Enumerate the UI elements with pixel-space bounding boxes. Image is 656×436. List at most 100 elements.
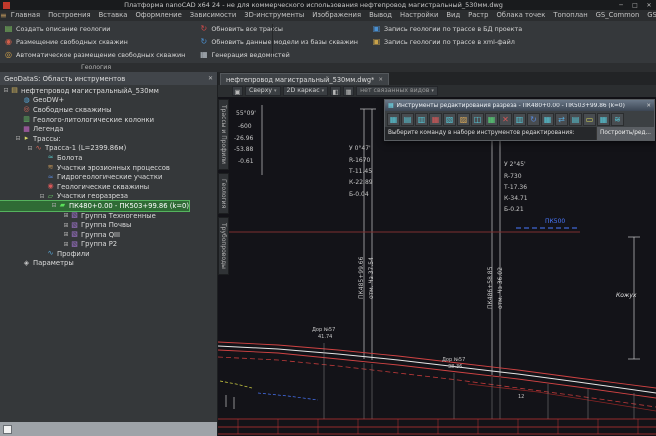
ribbon-button[interactable]: ◉ Размещение свободных скважин: [2, 35, 187, 48]
tree-item[interactable]: ⊞ ▧ Группа P2: [0, 240, 217, 250]
tree-expander-icon[interactable]: ⊞: [62, 231, 70, 238]
ribbon-tab[interactable]: Построения: [44, 10, 95, 21]
ribbon-group-label: Геология: [0, 63, 192, 72]
edit-tool-icon[interactable]: ▦: [387, 113, 400, 126]
edit-tool-icon[interactable]: ▧: [443, 113, 456, 126]
edit-tool-icon[interactable]: ✕: [499, 113, 512, 126]
tree-expander-icon[interactable]: ⊟: [38, 193, 46, 200]
ribbon-button[interactable]: ▣ Запись геологии по трассе в xml-файл: [370, 35, 524, 48]
maximize-button[interactable]: □: [628, 2, 642, 9]
ribbon-tab[interactable]: Изображения: [308, 10, 365, 21]
edit-tool-icon[interactable]: ≋: [611, 113, 624, 126]
ribbon-button[interactable]: ↻ Обновить данные модели из базы скважин: [197, 35, 360, 48]
edit-tool-icon[interactable]: ▦: [597, 113, 610, 126]
canvas-annotation: R-1670: [349, 158, 370, 164]
tree-expander-icon[interactable]: ⊟: [26, 145, 34, 152]
ribbon-tab[interactable]: Зависимости: [186, 10, 241, 21]
tree-item[interactable]: ≋ Участки эрозионных процессов: [0, 163, 217, 173]
ribbon-tab[interactable]: Оформление: [131, 10, 185, 21]
ribbon-tab[interactable]: Вставка: [95, 10, 132, 21]
tree-item[interactable]: ⊟ ∿ Трасса-1 (L=2399.86м): [0, 144, 217, 154]
ribbon-button-icon: ▦: [199, 50, 208, 59]
tree-item[interactable]: ⊞ ▧ Группа QIII: [0, 230, 217, 240]
document-tab[interactable]: нефтепровод магистральный_530мм.dwg* ✕: [220, 73, 389, 85]
tree-item[interactable]: ◈ Параметры: [0, 259, 217, 269]
edit-tool-icon[interactable]: ▥: [513, 113, 526, 126]
ribbon-tab[interactable]: Облака точек: [492, 10, 549, 21]
tree-item[interactable]: ▦ Легенда: [0, 124, 217, 134]
palette-header: GeoDataS: Область инструментов ✕: [0, 72, 217, 85]
linked-views-dropdown[interactable]: нет связанных видов ▾: [356, 86, 438, 96]
tree-item[interactable]: ⊟ ▱ Участки георазреза: [0, 192, 217, 202]
ribbon-tab[interactable]: Топоплан: [549, 10, 591, 21]
ribbon-button[interactable]: ▣ Запись геологии по трассе в БД проекта: [370, 22, 524, 35]
tree-expander-icon[interactable]: ⊟: [14, 135, 22, 142]
docked-tab[interactable]: Трубопроводы: [218, 217, 229, 275]
tool-window-action-button[interactable]: Построить/ред...: [596, 127, 654, 140]
ribbon-tab[interactable]: GS_Trace: [643, 10, 656, 21]
tree-item-label: нефтепровод магистральныйА_530мм: [19, 87, 159, 95]
tree-expander-icon[interactable]: ⊞: [62, 222, 70, 229]
ribbon-tab[interactable]: GS_Common: [592, 10, 644, 21]
canvas-annotation: 41.74: [318, 335, 332, 340]
tree-item[interactable]: ◉ Геологические скважины: [0, 182, 217, 192]
viewport-views-icon[interactable]: ▦: [343, 86, 354, 96]
ribbon-button[interactable]: ▦ Генерация ведомостей: [197, 48, 360, 61]
tree-expander-icon[interactable]: ⊞: [62, 212, 70, 219]
tool-window-prompt-row: Выберите команду в наборе инструментов р…: [385, 127, 654, 140]
edit-tool-icon[interactable]: ↻: [527, 113, 540, 126]
ribbon-button[interactable]: ◎ Автоматическое размещение свободных ск…: [2, 48, 187, 61]
tree-item[interactable]: ◎ Свободные скважины: [0, 105, 217, 115]
ribbon-tab[interactable]: Главная: [7, 10, 44, 21]
drawing-canvas[interactable]: Трассы и Профили Геология Трубопроводы 5…: [218, 97, 656, 436]
edit-tool-icon[interactable]: ▤: [569, 113, 582, 126]
visual-style-dropdown[interactable]: 2D каркас ▾: [283, 86, 329, 96]
ribbon-button[interactable]: ▤ Создать описание геологии: [2, 22, 187, 35]
tree-item[interactable]: ⊞ ▧ Группа Техногенные: [0, 211, 217, 221]
edit-tool-icon[interactable]: ▤: [401, 113, 414, 126]
docked-tab[interactable]: Геология: [218, 173, 229, 214]
app-logo-icon: [3, 2, 10, 9]
viewport-grid-icon[interactable]: ▣: [232, 86, 243, 96]
document-tab-close-icon[interactable]: ✕: [378, 77, 383, 83]
palette-close-icon[interactable]: ✕: [208, 75, 213, 82]
minimize-button[interactable]: ─: [614, 2, 628, 9]
viewport-section-icon[interactable]: ◧: [330, 86, 341, 96]
tree-expander-icon[interactable]: ⊞: [62, 241, 70, 248]
edit-tool-icon[interactable]: ▭: [583, 113, 596, 126]
ribbon-tab[interactable]: Растр: [464, 10, 492, 21]
edit-tool-icon[interactable]: ◫: [471, 113, 484, 126]
viewport-toolbar: ▣ Сверху ▾ 2D каркас ▾ ◧ ▦ нет связанных…: [218, 85, 656, 97]
tree-item-label: Геолого-литологические колонки: [31, 116, 154, 124]
edit-tool-icon[interactable]: ▥: [415, 113, 428, 126]
ribbon-tab[interactable]: Вывод: [365, 10, 396, 21]
view-direction-dropdown[interactable]: Сверху ▾: [245, 86, 281, 96]
edit-tool-icon[interactable]: ▨: [457, 113, 470, 126]
tree-expander-icon[interactable]: ⊟: [2, 87, 10, 94]
work-area: нефтепровод магистральный_530мм.dwg* ✕ ▣…: [218, 72, 656, 436]
tool-window-close-icon[interactable]: ✕: [646, 103, 651, 109]
ribbon-tab[interactable]: Вид: [442, 10, 464, 21]
app-menu-icon[interactable]: ≡: [0, 10, 7, 21]
tree-item[interactable]: ▥ Геолого-литологические колонки: [0, 115, 217, 125]
close-button[interactable]: ✕: [642, 2, 656, 9]
tree-item[interactable]: ⊟ ▸ Трассы:: [0, 134, 217, 144]
tree-expander-icon[interactable]: ⊟: [50, 202, 58, 209]
tree-item[interactable]: ≈ Болота: [0, 153, 217, 163]
tree-item[interactable]: ≈ Гидрогеологические участки: [0, 172, 217, 182]
edit-tool-icon[interactable]: ▦: [485, 113, 498, 126]
tree-item[interactable]: ⊞ ▧ Группа Почвы: [0, 220, 217, 230]
edit-tool-icon[interactable]: ⇄: [555, 113, 568, 126]
tree-item[interactable]: ⊟ ▰ ПК480+0.00 - ПК503+99.86 (k=0): [0, 201, 189, 211]
edit-tool-icon[interactable]: ▦: [541, 113, 554, 126]
ribbon-tab[interactable]: 3D-инструменты: [240, 10, 308, 21]
docked-tab[interactable]: Трассы и Профили: [218, 99, 229, 170]
tree-item[interactable]: ∿ Профили: [0, 249, 217, 259]
tree-item[interactable]: ◍ GeoDW+: [0, 96, 217, 106]
ribbon-tab[interactable]: Настройки: [396, 10, 442, 21]
ribbon-button[interactable]: ↻ Обновить все трассы: [197, 22, 360, 35]
tool-window-titlebar[interactable]: ▦ Инструменты редактирования разреза - П…: [385, 100, 654, 111]
docked-panel-thumb[interactable]: [3, 425, 12, 434]
edit-tool-icon[interactable]: ▦: [429, 113, 442, 126]
tree-item[interactable]: ⊟ ▤ нефтепровод магистральныйА_530мм: [0, 86, 217, 96]
